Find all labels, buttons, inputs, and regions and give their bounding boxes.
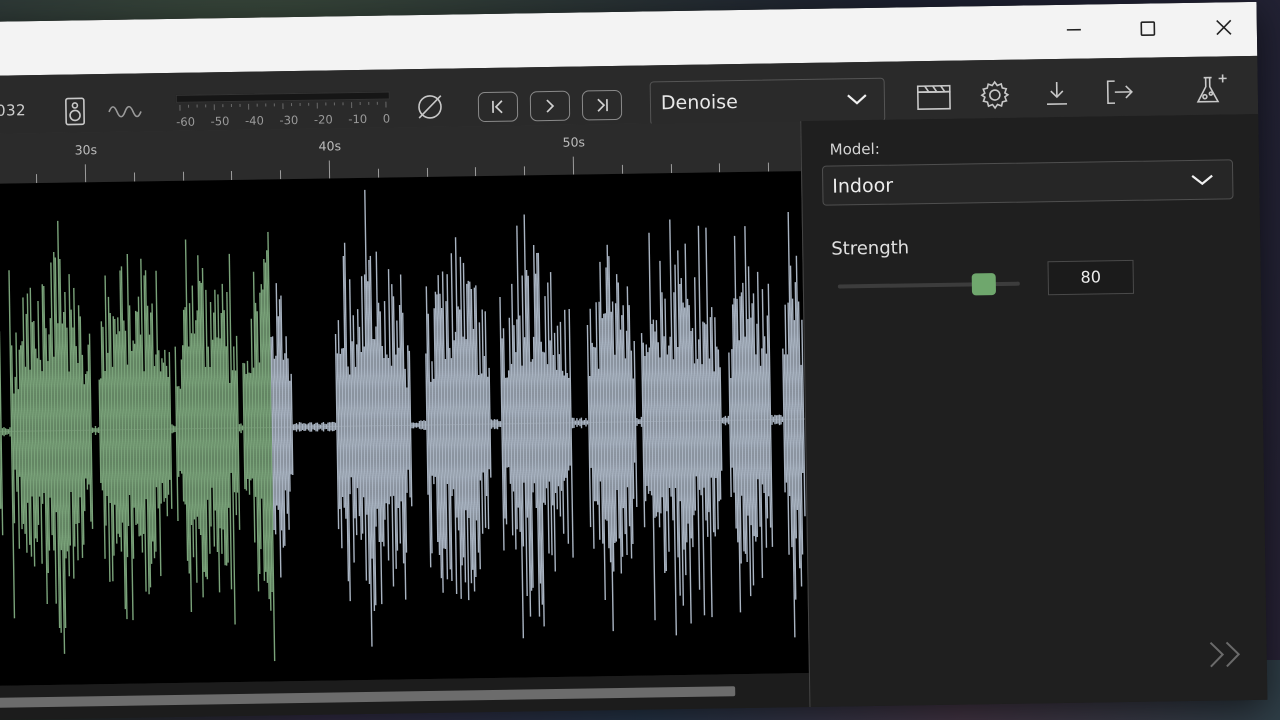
close-icon xyxy=(1216,19,1232,36)
ruler-tick xyxy=(328,160,331,179)
meter-scale-label: -60 xyxy=(176,114,196,129)
scroll-thumb[interactable] xyxy=(0,686,736,709)
clips-button[interactable] xyxy=(916,81,952,114)
meter-ticks xyxy=(179,101,387,111)
next-button[interactable] xyxy=(529,90,571,122)
effect-settings-panel: Model: Indoor Strength 80 xyxy=(800,113,1268,708)
skip-start-icon xyxy=(492,100,503,114)
ruler-tick xyxy=(36,174,38,184)
meter-scale-label: -20 xyxy=(313,112,333,127)
maximize-button[interactable] xyxy=(1125,11,1172,46)
speaker-button[interactable] xyxy=(62,94,89,128)
skip-to-end-button[interactable] xyxy=(581,89,623,121)
ruler-tick xyxy=(84,164,87,183)
meter-scale-label: -40 xyxy=(244,113,264,128)
waveform-area[interactable] xyxy=(0,171,809,687)
level-meter: -60 -50 -40 -30 -20 -10 0 xyxy=(175,88,391,131)
double-chevron-right-icon xyxy=(1209,641,1241,668)
ruler-tick xyxy=(475,167,477,177)
meter-scale: -60 -50 -40 -30 -20 -10 0 xyxy=(176,112,390,129)
ruler-tick xyxy=(182,171,184,181)
waveform-view-button[interactable] xyxy=(106,97,146,126)
close-button[interactable] xyxy=(1201,10,1248,45)
next-icon xyxy=(546,99,555,113)
effect-dropdown-label: Denoise xyxy=(660,91,738,115)
ruler-tick xyxy=(572,156,575,175)
effect-dropdown[interactable]: Denoise xyxy=(649,77,886,126)
model-dropdown[interactable]: Indoor xyxy=(821,159,1234,206)
skip-to-start-button[interactable] xyxy=(477,91,519,123)
phase-invert-button[interactable] xyxy=(414,91,446,123)
ruler-tick xyxy=(524,166,526,176)
ruler-tick xyxy=(768,162,770,172)
ruler-tick xyxy=(280,170,282,180)
waveform xyxy=(0,189,806,662)
clapperboard-icon xyxy=(916,84,951,111)
model-dropdown-value: Indoor xyxy=(832,174,894,198)
skip-end-icon xyxy=(597,98,608,112)
ruler-tick xyxy=(377,168,379,178)
meter-scale-label: 0 xyxy=(382,111,391,126)
ruler-tick xyxy=(621,164,623,174)
slider-thumb[interactable] xyxy=(971,273,996,296)
meter-scale-label: -30 xyxy=(279,112,299,128)
maximize-icon xyxy=(1140,21,1156,36)
download-button[interactable] xyxy=(1042,77,1072,109)
strength-value-input[interactable]: 80 xyxy=(1047,259,1135,296)
speaker-icon xyxy=(65,97,85,126)
phase-invert-icon xyxy=(418,95,442,119)
time-readout: 032 xyxy=(0,101,27,120)
ruler-tick xyxy=(426,167,428,177)
ruler-label: 40s xyxy=(318,138,342,154)
strength-slider[interactable] xyxy=(837,273,1020,298)
ruler-label: 50s xyxy=(562,134,586,150)
gear-icon xyxy=(980,80,1010,110)
model-label: Model: xyxy=(829,139,880,159)
chevron-down-icon xyxy=(1191,174,1213,186)
collapse-panel-button[interactable] xyxy=(1206,638,1246,671)
ruler-label: 30s xyxy=(74,142,98,158)
ruler-tick xyxy=(231,171,233,181)
export-button[interactable] xyxy=(1104,76,1136,108)
meter-scale-label: -50 xyxy=(210,114,230,129)
minimize-icon xyxy=(1066,28,1081,31)
download-icon xyxy=(1047,82,1068,105)
export-icon xyxy=(1106,80,1133,105)
chevron-down-icon xyxy=(847,94,867,105)
lab-button[interactable] xyxy=(1194,70,1233,109)
minimize-button[interactable] xyxy=(1051,12,1098,47)
flask-icon xyxy=(1196,74,1227,103)
waveform-icon xyxy=(108,105,142,118)
ruler-tick xyxy=(670,164,672,174)
settings-button[interactable] xyxy=(978,78,1013,113)
meter-scale-label: -10 xyxy=(348,111,368,127)
ruler-tick xyxy=(133,172,135,182)
ruler-tick xyxy=(719,163,721,173)
app-window: 032 -60 -50 -40 -30 -20 -10 0 Denoise 30… xyxy=(0,1,1268,720)
strength-label: Strength xyxy=(831,237,910,260)
